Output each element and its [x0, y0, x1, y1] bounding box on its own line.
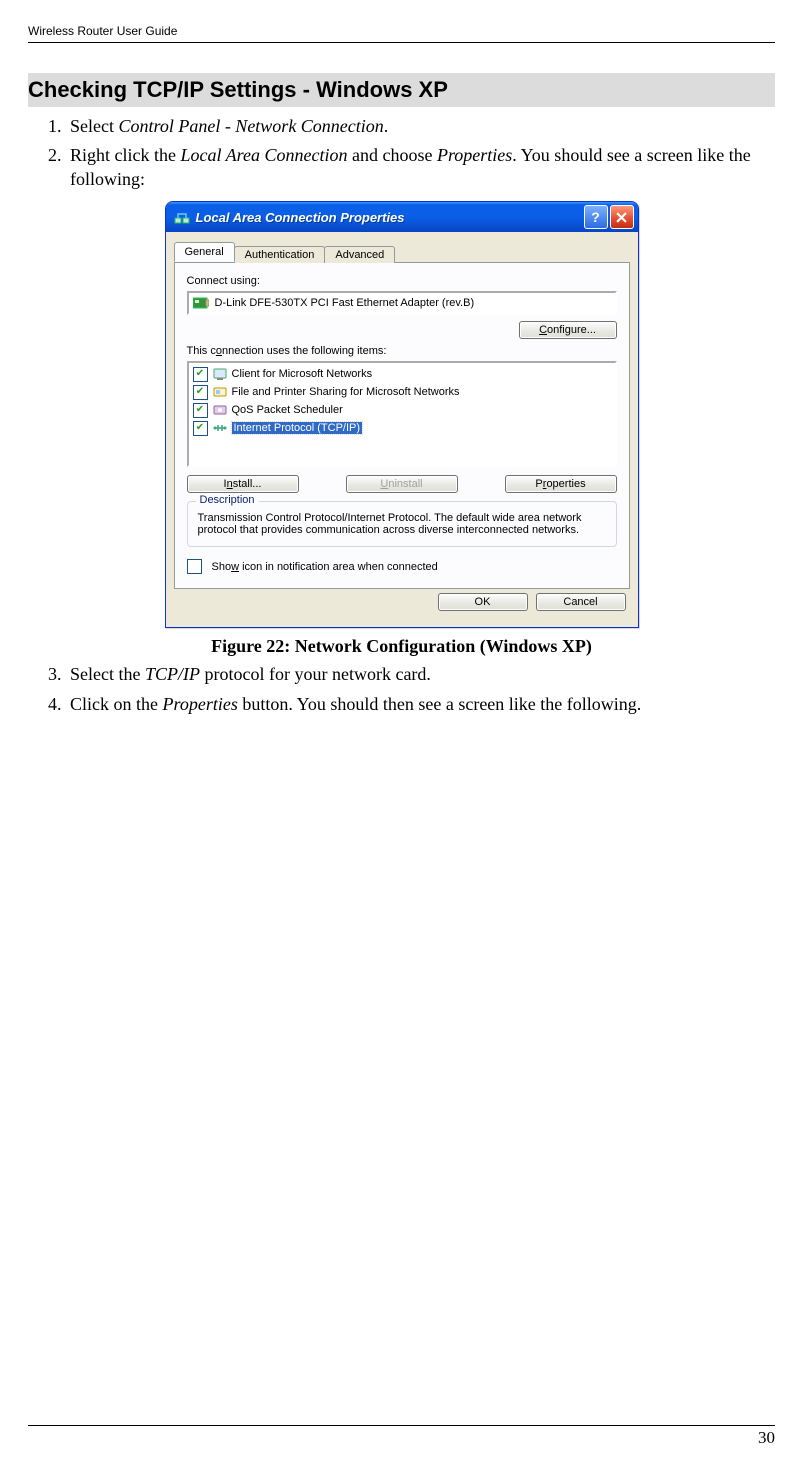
tab-panel-general: Connect using: D-Link DFE-530TX PCI Fast…: [174, 262, 630, 589]
close-button[interactable]: [610, 205, 634, 229]
steps-list-top: Select Control Panel - Network Connectio…: [28, 115, 775, 191]
step-3-text-b: protocol for your network card.: [200, 664, 431, 684]
footer: 30: [28, 1425, 775, 1448]
list-item[interactable]: ✔ Internet Protocol (TCP/IP): [189, 419, 615, 437]
description-text: Transmission Control Protocol/Internet P…: [198, 512, 606, 536]
show-icon-checkbox[interactable]: ✔: [187, 559, 202, 574]
step-4-text-a: Click on the: [70, 694, 163, 714]
page-number: 30: [28, 1428, 775, 1448]
client-icon: [212, 366, 228, 382]
dialog-title: Local Area Connection Properties: [196, 210, 582, 225]
steps-list-bottom: Select the TCP/IP protocol for your netw…: [28, 663, 775, 716]
tab-authentication[interactable]: Authentication: [234, 246, 326, 263]
nic-icon: [193, 296, 209, 310]
step-4-text-b: button. You should then see a screen lik…: [238, 694, 641, 714]
step-2: Right click the Local Area Connection an…: [66, 144, 775, 191]
checkbox-icon[interactable]: ✔: [193, 403, 208, 418]
figure-caption: Figure 22: Network Configuration (Window…: [28, 636, 775, 657]
checkbox-icon[interactable]: ✔: [193, 385, 208, 400]
footer-rule: [28, 1425, 775, 1426]
xp-body: General Authentication Advanced Connect …: [166, 232, 638, 627]
description-group: Description Transmission Control Protoco…: [187, 501, 617, 547]
step-1: Select Control Panel - Network Connectio…: [66, 115, 775, 138]
install-button[interactable]: Install...: [187, 475, 299, 493]
ok-button[interactable]: OK: [438, 593, 528, 611]
show-icon-row[interactable]: ✔ Show icon in notification area when co…: [187, 559, 617, 574]
checkbox-icon[interactable]: ✔: [193, 367, 208, 382]
tab-advanced[interactable]: Advanced: [324, 246, 395, 263]
step-2-text-a: Right click the: [70, 145, 180, 165]
tab-general[interactable]: General: [174, 242, 235, 262]
configure-row: Configure...: [187, 321, 617, 339]
uninstall-button[interactable]: Uninstall: [346, 475, 458, 493]
section-heading: Checking TCP/IP Settings - Windows XP: [28, 73, 775, 107]
list-item[interactable]: ✔ Client for Microsoft Networks: [189, 365, 615, 383]
configure-button-rest: onfigure...: [547, 324, 596, 336]
adapter-field[interactable]: D-Link DFE-530TX PCI Fast Ethernet Adapt…: [187, 291, 617, 315]
help-button[interactable]: ?: [584, 205, 608, 229]
description-legend: Description: [196, 494, 259, 506]
list-item-label: Internet Protocol (TCP/IP): [232, 422, 363, 434]
cancel-button[interactable]: Cancel: [536, 593, 626, 611]
step-4-italic: Properties: [163, 694, 238, 714]
install-row: Install... Uninstall Properties: [187, 475, 617, 493]
list-item-label: Client for Microsoft Networks: [232, 368, 373, 380]
connection-icon: [174, 209, 190, 225]
list-item[interactable]: ✔ File and Printer Sharing for Microsoft…: [189, 383, 615, 401]
header-rule: [28, 42, 775, 43]
list-item[interactable]: ✔ QoS Packet Scheduler: [189, 401, 615, 419]
step-2-text-b: and choose: [347, 145, 436, 165]
step-1-text-a: Select: [70, 116, 118, 136]
show-icon-label: Show icon in notification area when conn…: [212, 561, 438, 573]
qos-icon: [212, 402, 228, 418]
adapter-name: D-Link DFE-530TX PCI Fast Ethernet Adapt…: [215, 297, 475, 309]
items-listbox[interactable]: ✔ Client for Microsoft Networks ✔ File a…: [187, 361, 617, 467]
connect-using-label: Connect using:: [187, 275, 617, 287]
xp-dialog: Local Area Connection Properties ? Gener…: [165, 201, 639, 628]
properties-button[interactable]: Properties: [505, 475, 617, 493]
running-header: Wireless Router User Guide: [28, 24, 775, 40]
step-2-italic-2: Properties: [437, 145, 512, 165]
step-3-text-a: Select the: [70, 664, 145, 684]
xp-titlebar[interactable]: Local Area Connection Properties ?: [166, 202, 638, 232]
ok-cancel-row: OK Cancel: [174, 589, 630, 619]
items-label: This connection uses the following items…: [187, 345, 617, 357]
list-item-label: File and Printer Sharing for Microsoft N…: [232, 386, 460, 398]
tab-strip: General Authentication Advanced: [174, 240, 630, 262]
step-1-text-b: .: [384, 116, 389, 136]
list-item-label: QoS Packet Scheduler: [232, 404, 343, 416]
step-4: Click on the Properties button. You shou…: [66, 693, 775, 716]
step-3: Select the TCP/IP protocol for your netw…: [66, 663, 775, 686]
step-3-italic: TCP/IP: [145, 664, 200, 684]
figure-wrap: Local Area Connection Properties ? Gener…: [28, 201, 775, 628]
fileprint-icon: [212, 384, 228, 400]
checkbox-icon[interactable]: ✔: [193, 421, 208, 436]
configure-button[interactable]: Configure...: [519, 321, 617, 339]
step-1-italic: Control Panel - Network Connection: [118, 116, 383, 136]
tcpip-icon: [212, 420, 228, 436]
step-2-italic-1: Local Area Connection: [180, 145, 347, 165]
